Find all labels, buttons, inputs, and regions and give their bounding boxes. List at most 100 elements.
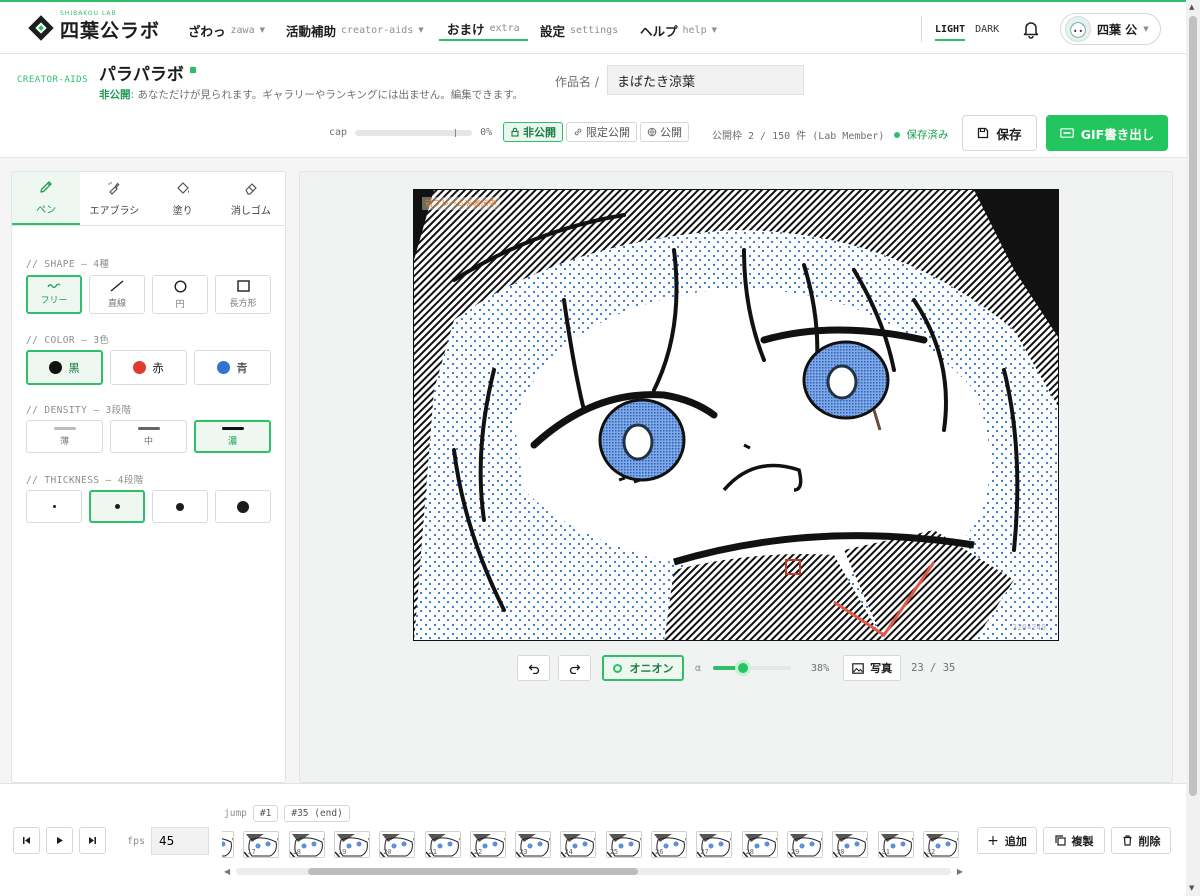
frame-number: 25 [609, 848, 619, 856]
first-frame-button[interactable] [13, 827, 40, 854]
thickness-3-button[interactable] [152, 490, 208, 523]
frame-thumbnail[interactable]: 21 [424, 831, 461, 858]
cap-value: 0% [480, 127, 493, 138]
nav-sublabel: extra [489, 22, 520, 34]
frame-number: 27 [700, 848, 709, 856]
freehand-icon [47, 283, 61, 289]
density-light-button[interactable]: 薄 [26, 420, 103, 453]
nav-label: おまけ [447, 21, 485, 37]
work-title-label: 作品名 / [555, 75, 599, 89]
density-medium-button[interactable]: 中 [110, 420, 187, 453]
page-scrollbar[interactable]: ▲ ▼ [1186, 0, 1200, 896]
photo-button[interactable]: 写真 [843, 655, 902, 681]
section-tag: CREATOR-AIDS [17, 75, 89, 85]
frame-thumbnail[interactable]: 25 [605, 831, 642, 858]
tab-fill[interactable]: 塗り [149, 172, 217, 225]
thickness-1-button[interactable] [26, 490, 82, 523]
density-options: 薄 中 濃 [26, 420, 271, 453]
frame-thumbnail[interactable]: 16 [222, 831, 234, 858]
tab-label: 消しゴム [230, 206, 271, 217]
nav-item-settings[interactable]: 設定 settings [540, 19, 618, 41]
frame-thumbnail[interactable]: 18 [288, 831, 325, 858]
nav-item-creator-aids[interactable]: 活動補助 creator-aids ▼ [286, 19, 424, 41]
nav-item-zawa[interactable]: ざわっ zawa ▼ [188, 19, 265, 41]
scrollbar-thumb[interactable] [308, 868, 638, 875]
shape-line-button[interactable]: 直線 [89, 275, 145, 314]
color-swatch [49, 361, 63, 374]
frame-thumbnail[interactable]: 19 [333, 831, 370, 858]
gif-export-button[interactable]: GIF書き出し [1046, 115, 1168, 151]
theme-light-option[interactable]: LIGHT [935, 24, 966, 41]
frame-thumbnail[interactable]: 29 [786, 831, 823, 858]
shape-circle-button[interactable]: 円 [152, 275, 208, 314]
page-title: パラパラボ [99, 60, 196, 85]
previous-frame-indicator: 前フレームを表示中 [422, 197, 500, 210]
tab-pen[interactable]: ペン [12, 172, 81, 225]
drawing-canvas[interactable]: 前フレームを表示中 320×240 [413, 189, 1059, 641]
skip-back-icon [23, 837, 30, 844]
nav-sublabel: zawa [230, 24, 255, 36]
logo[interactable]: SHIBAKOU LAB 四葉公ラボ [28, 10, 160, 43]
canvas-controls: オニオン α 38% 写真 23 / 35 [517, 655, 955, 681]
tab-airbrush[interactable]: エアブラシ [80, 172, 148, 225]
tab-eraser[interactable]: 消しゴム [217, 172, 285, 225]
color-blue-button[interactable]: 青 [194, 350, 271, 385]
frame-thumbnail[interactable]: 26 [651, 831, 687, 858]
visibility-private-button[interactable]: 非公開 [503, 122, 563, 142]
bell-icon[interactable] [1021, 19, 1041, 39]
frame-thumbnail[interactable]: 31 [877, 831, 914, 858]
gif-export-label: GIF書き出し [1080, 126, 1155, 142]
cap-label: cap [329, 127, 348, 138]
add-frame-button[interactable]: + 追加 [977, 827, 1037, 854]
frame-thumbnail[interactable]: 24 [560, 831, 597, 858]
thickness-4-button[interactable] [215, 490, 271, 523]
work-title-input[interactable] [607, 65, 804, 95]
alpha-slider-knob[interactable] [734, 660, 751, 676]
cap-bar [355, 128, 473, 137]
frame-thumbnail[interactable]: 32 [922, 831, 959, 858]
redo-button[interactable] [558, 655, 591, 681]
frame-thumbnail[interactable]: 28 [741, 831, 778, 858]
frame-thumbnail[interactable]: 20 [379, 831, 416, 858]
last-frame-button[interactable] [79, 827, 106, 854]
frame-thumbnail[interactable]: 22 [469, 831, 506, 858]
alpha-slider[interactable] [713, 660, 792, 676]
shape-free-button[interactable]: フリー [26, 275, 82, 314]
thickness-2-button[interactable] [89, 490, 145, 523]
scroll-left-icon[interactable]: ◀ [224, 867, 230, 876]
color-black-button[interactable]: 黒 [26, 350, 103, 385]
play-button[interactable] [46, 827, 73, 854]
theme-dark-option[interactable]: DARK [975, 24, 999, 35]
frame-thumbnail[interactable]: 23 [515, 831, 552, 858]
jump-first-button[interactable]: #1 [252, 805, 279, 822]
save-button[interactable]: 保存 [962, 115, 1037, 151]
frame-thumbnail[interactable]: 30 [832, 831, 869, 858]
duplicate-frame-button[interactable]: 複製 [1043, 827, 1105, 854]
scroll-up-icon[interactable]: ▲ [1189, 3, 1194, 11]
frame-thumbnail[interactable]: 17 [243, 831, 280, 858]
scroll-right-icon[interactable]: ▶ [957, 867, 963, 876]
undo-button[interactable] [517, 655, 550, 681]
avatar [1065, 16, 1091, 42]
scroll-down-icon[interactable]: ▼ [1189, 884, 1194, 892]
nav-item-extra[interactable]: おまけ extra [439, 19, 528, 41]
delete-frame-button[interactable]: 削除 [1111, 827, 1171, 854]
jump-last-button[interactable]: #35 (end) [284, 805, 350, 822]
frame-number: 32 [926, 848, 936, 856]
visibility-public-button[interactable]: 公開 [640, 122, 689, 142]
frame-number: 31 [881, 848, 890, 856]
page-scrollbar-thumb[interactable] [1189, 16, 1197, 796]
frame-number: 26 [655, 848, 664, 856]
visibility-limited-button[interactable]: 限定公開 [566, 122, 637, 142]
fps-input[interactable] [151, 827, 209, 855]
frame-thumbnail[interactable]: 27 [696, 831, 733, 858]
shape-rectangle-button[interactable]: 長方形 [215, 275, 271, 314]
density-heavy-button[interactable]: 濃 [194, 420, 271, 453]
onion-skin-toggle[interactable]: オニオン [602, 655, 684, 681]
color-red-button[interactable]: 赤 [110, 350, 187, 385]
timeline-scrollbar[interactable]: ◀ ▶ [222, 865, 965, 877]
frame-number: 29 [790, 848, 800, 856]
user-menu[interactable]: 四葉 公 ▼ [1060, 13, 1161, 45]
nav-item-help[interactable]: ヘルプ help ▼ [640, 19, 717, 41]
color-label: 青 [236, 360, 248, 375]
